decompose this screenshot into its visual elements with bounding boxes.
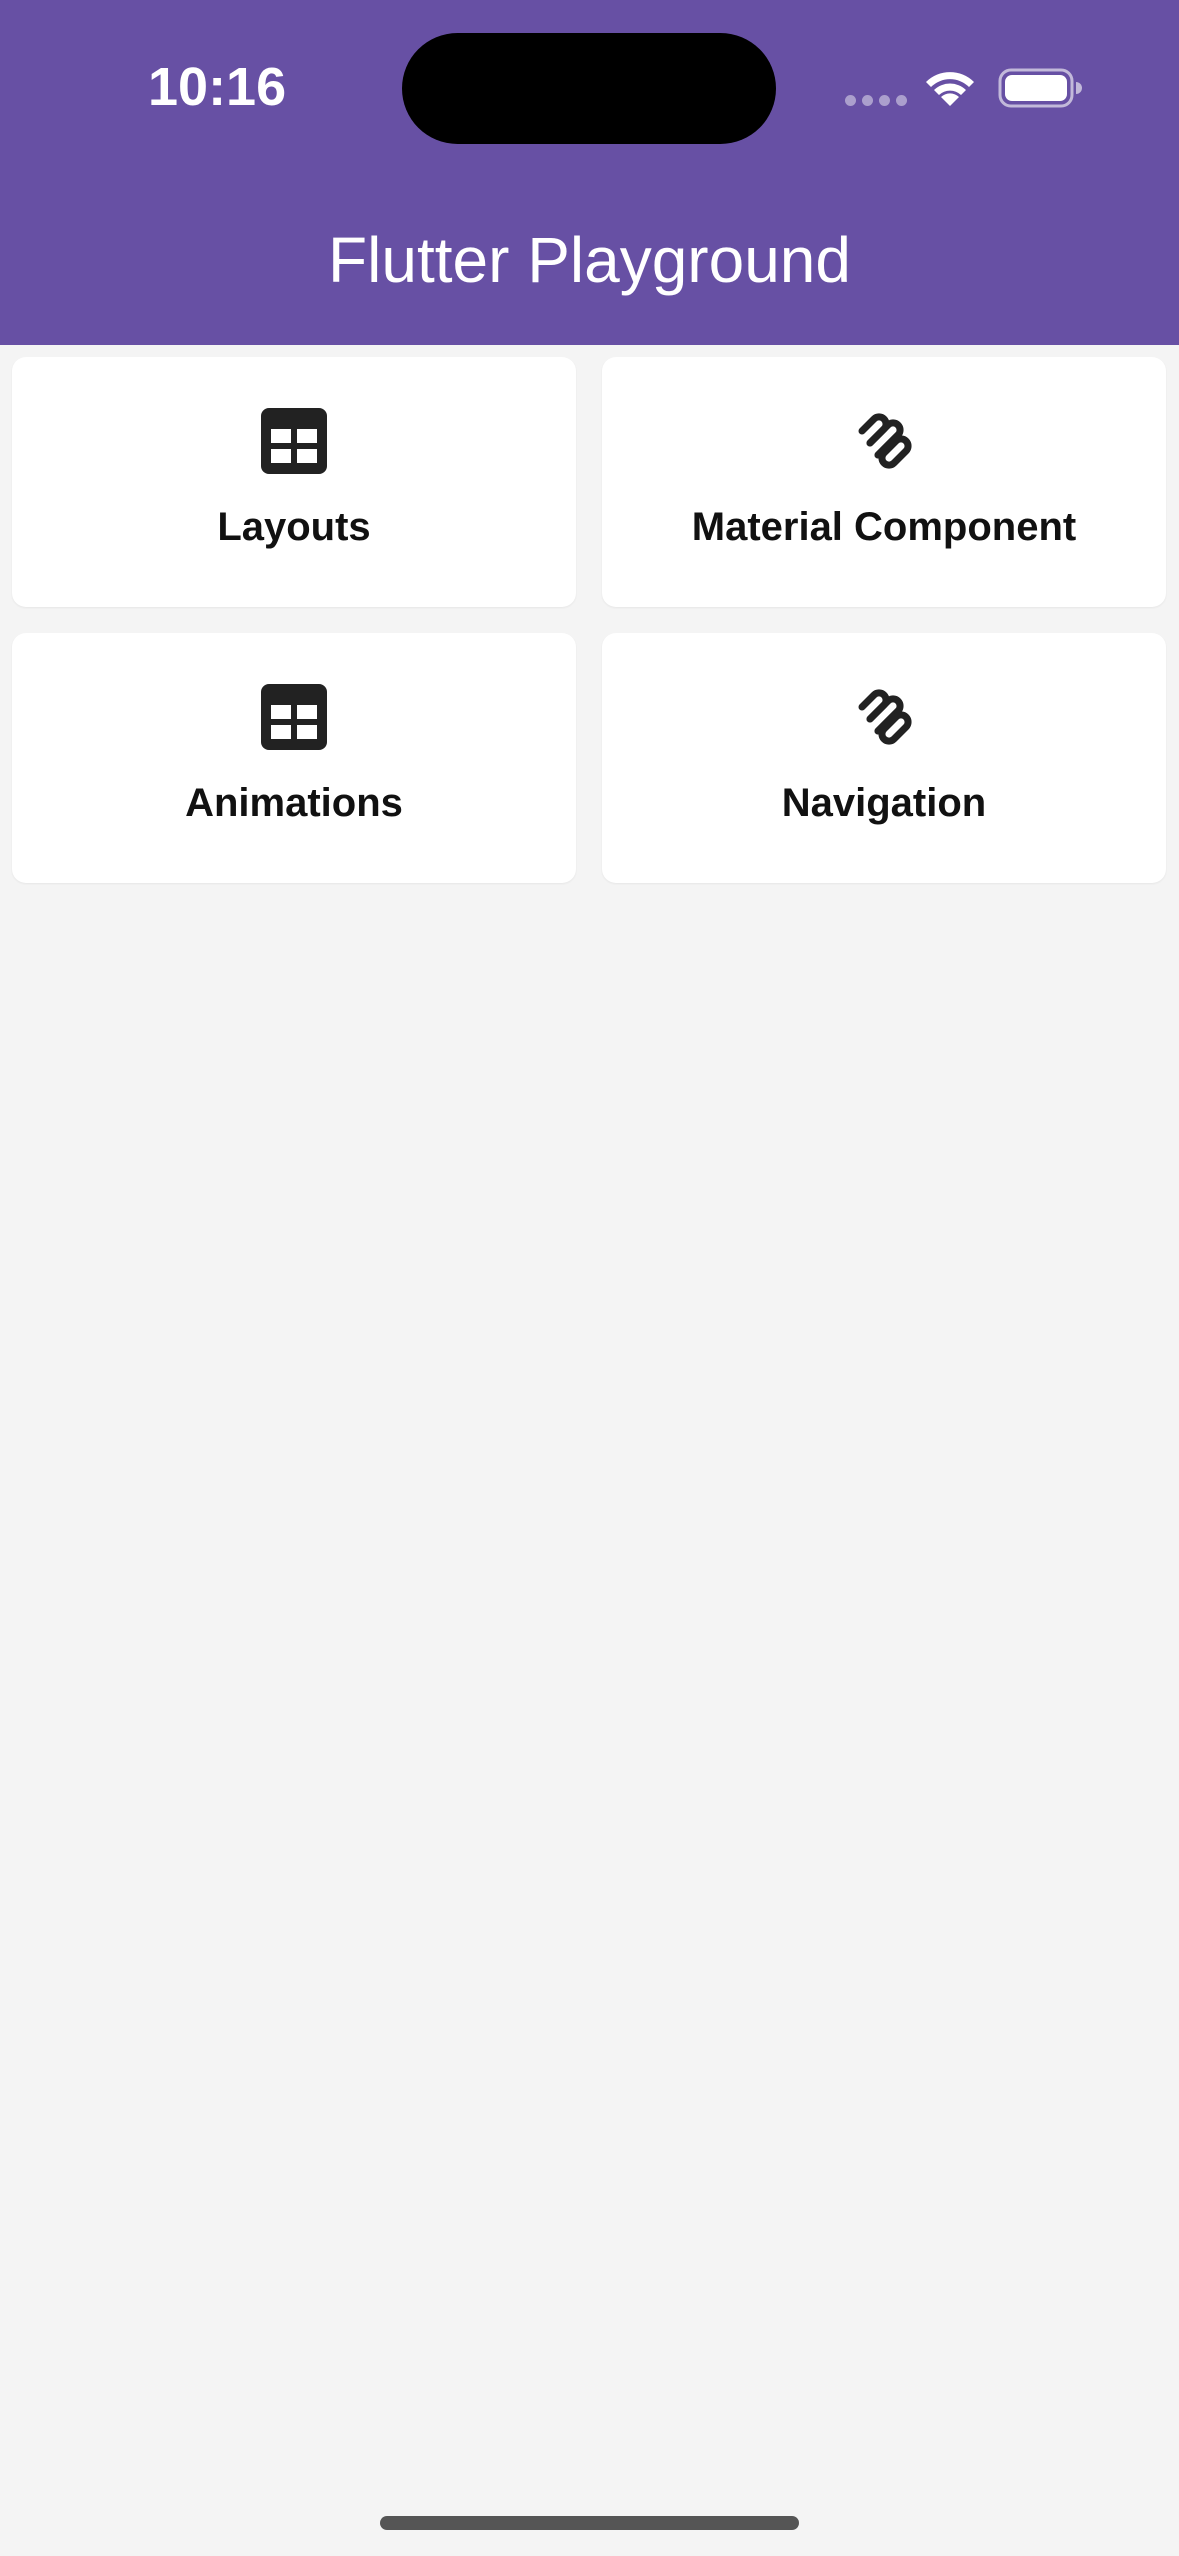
- table-grid-icon: [261, 684, 327, 750]
- squarespace-logo-icon: [858, 689, 912, 745]
- cellular-signal-icon: [845, 93, 907, 109]
- dynamic-island: [402, 33, 776, 144]
- table-grid-icon: [261, 408, 327, 474]
- card-navigation[interactable]: Navigation: [602, 633, 1166, 883]
- wifi-icon: [926, 72, 974, 106]
- battery-icon: [998, 68, 1082, 108]
- card-material-component[interactable]: Material Component: [602, 357, 1166, 607]
- card-label: Navigation: [781, 781, 987, 825]
- home-indicator[interactable]: [380, 2516, 799, 2530]
- status-time: 10:16: [148, 57, 287, 117]
- card-layouts[interactable]: Layouts: [12, 357, 576, 607]
- card-label: Animations: [185, 781, 403, 825]
- card-animations[interactable]: Animations: [12, 633, 576, 883]
- app-bar: 10:16 Flutter Playground: [0, 0, 1179, 345]
- card-label: Layouts: [217, 505, 371, 549]
- page-title: Flutter Playground: [328, 224, 851, 296]
- card-label: Material Component: [691, 505, 1077, 549]
- squarespace-logo-icon: [858, 413, 912, 469]
